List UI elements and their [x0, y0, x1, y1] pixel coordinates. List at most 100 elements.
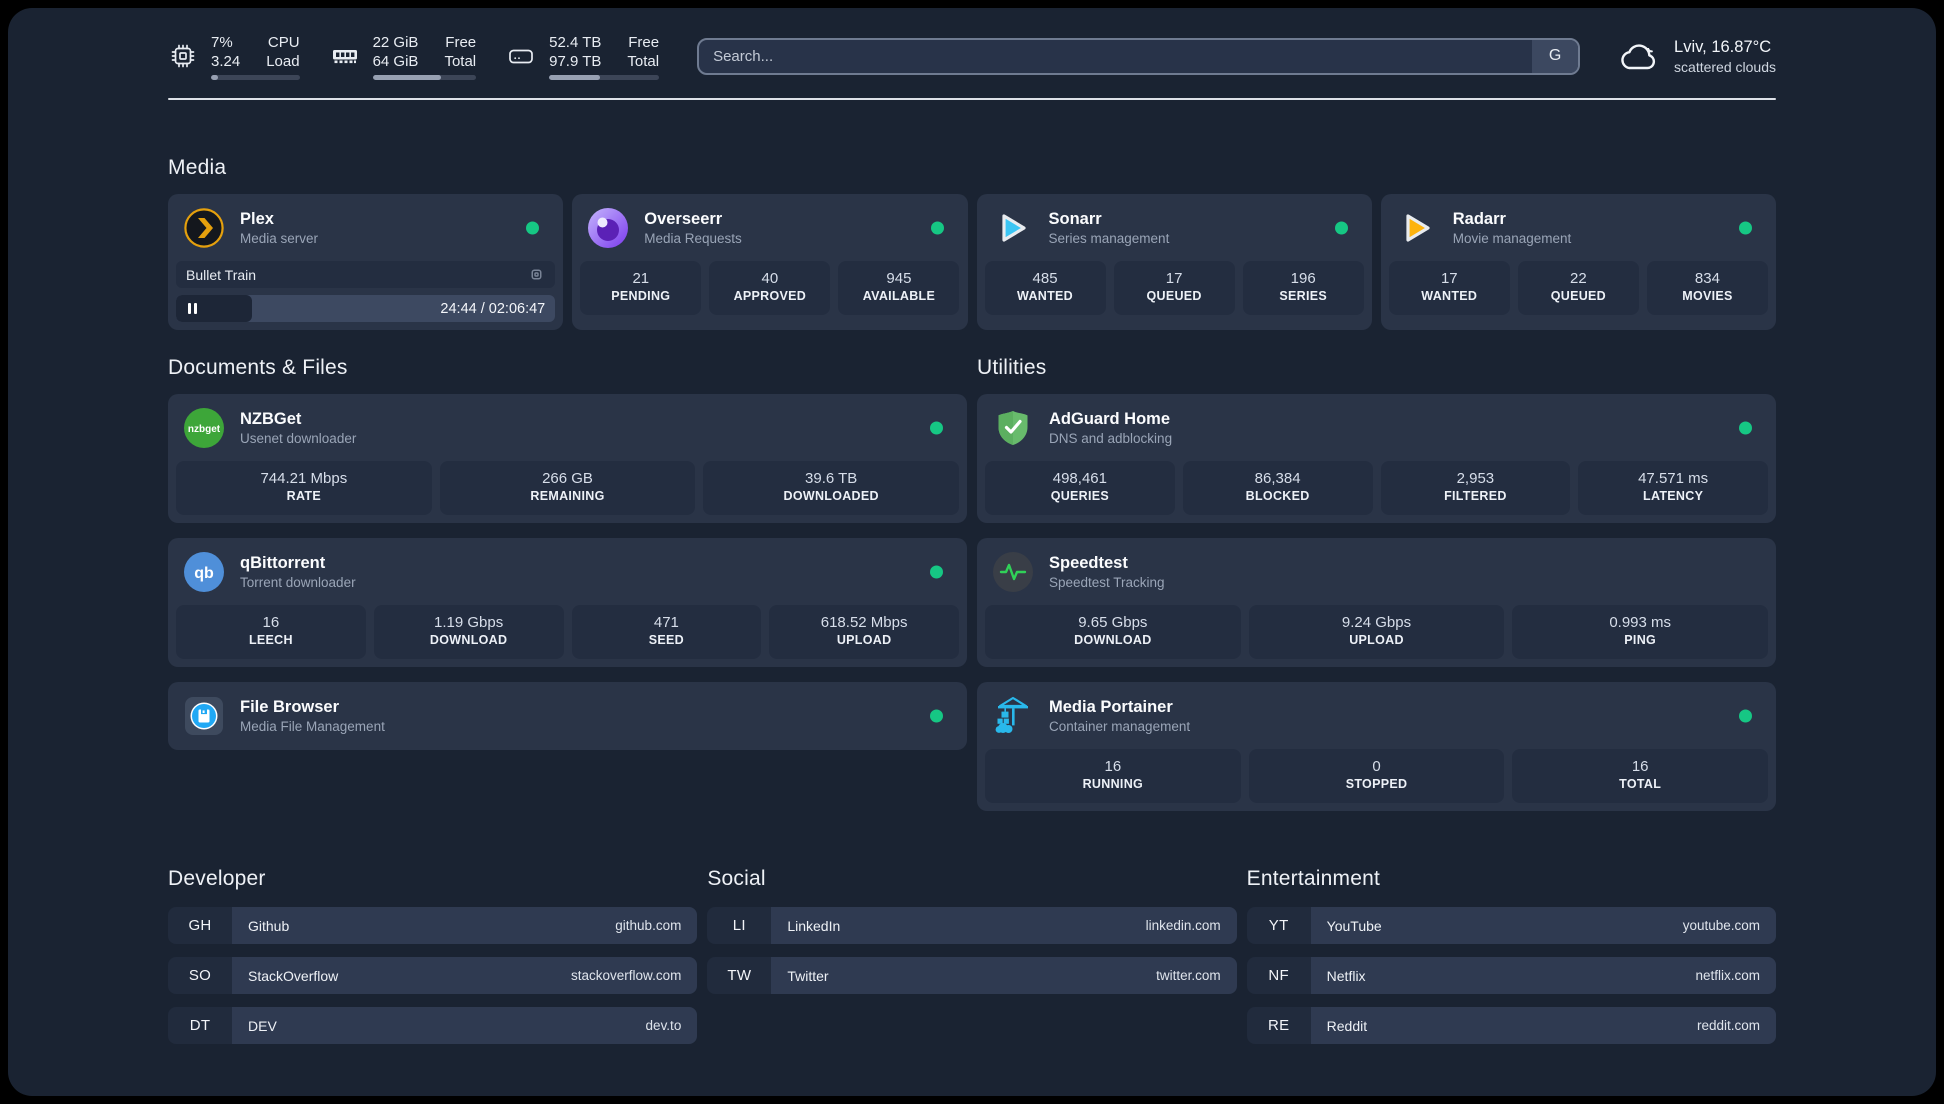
service-card-speedtest[interactable]: Speedtest Speedtest Tracking 9.65 Gbps D… [977, 538, 1776, 667]
service-card-plex[interactable]: Plex Media server Bullet Train 24:44 / 0… [168, 194, 564, 330]
stat-label: RATE [286, 489, 321, 503]
cpu-widget: 7% 3.24 CPU Load [168, 33, 300, 80]
stat-total: 16 TOTAL [1512, 749, 1769, 803]
pause-icon[interactable] [186, 303, 198, 314]
service-card-sonarr[interactable]: Sonarr Series management 485 WANTED 17 Q… [976, 194, 1372, 330]
section-title-media: Media [168, 156, 227, 179]
section-documents: Documents & Files nzbget NZBGet Usenet d… [168, 356, 967, 750]
stat-value: 86,384 [1254, 470, 1301, 487]
search-provider-button[interactable]: G [1532, 39, 1579, 73]
service-card-nzbget[interactable]: nzbget NZBGet Usenet downloader 744.21 M… [168, 394, 967, 523]
stat-ping: 0.993 ms PING [1512, 605, 1769, 659]
weather-widget[interactable]: Lviv, 16.87°C scattered clouds [1618, 37, 1776, 76]
memory-icon [332, 50, 357, 64]
stat-label: FILTERED [1444, 489, 1507, 503]
nzbget-icon: nzbget [184, 408, 224, 448]
stat-value: 834 [1694, 270, 1720, 287]
cloud-icon [1621, 44, 1656, 70]
status-dot [930, 565, 943, 579]
disk-progress-bar [549, 74, 660, 80]
bookmark-github[interactable]: GH Github github.com [168, 907, 698, 944]
bookmark-dev[interactable]: DT DEV dev.to [168, 1007, 698, 1044]
service-description: Media Requests [644, 231, 742, 246]
stat-queued: 22 QUEUED [1517, 261, 1639, 315]
stat-pending: 21 PENDING [580, 261, 702, 315]
bookmark-stackoverflow[interactable]: SO StackOverflow stackoverflow.com [168, 957, 698, 994]
bookmark-youtube[interactable]: YT YouTube youtube.com [1246, 907, 1776, 944]
service-card-overseerr[interactable]: Overseerr Media Requests 21 PENDING 40 A… [572, 194, 968, 330]
stat-value: 9.65 Gbps [1078, 614, 1148, 631]
stat-value: 9.24 Gbps [1341, 614, 1412, 631]
service-description: Torrent downloader [240, 575, 356, 590]
stat-value: 744.21 Mbps [260, 470, 348, 487]
bookmark-name: Reddit [1326, 1017, 1368, 1034]
stat-blocked: 86,384 BLOCKED [1182, 461, 1373, 515]
bookmark-domain: github.com [615, 918, 682, 933]
bookmark-netflix[interactable]: NF Netflix netflix.com [1246, 957, 1776, 994]
service-card-qbittorrent[interactable]: qb qBittorrent Torrent downloader 16 LEE… [168, 538, 967, 667]
bookmark-name: Netflix [1326, 967, 1366, 984]
stat-value: 39.6 TB [805, 470, 858, 487]
service-name: Plex [240, 210, 274, 228]
stat-queued: 17 QUEUED [1113, 261, 1235, 315]
stat-leech: 16 LEECH [176, 605, 366, 659]
stat-value: 16 [1631, 758, 1649, 775]
service-name: Media Portainer [1049, 698, 1173, 716]
search-input[interactable] [699, 39, 1533, 73]
service-card-radarr[interactable]: Radarr Movie management 17 WANTED 22 QUE… [1380, 194, 1776, 330]
now-playing-settings-icon[interactable] [528, 266, 545, 283]
playback-time: 24:44 / 02:06:47 [440, 300, 546, 317]
service-card-filebrowser[interactable]: File Browser Media File Management [168, 682, 967, 750]
service-description: Media File Management [240, 719, 385, 734]
stat-value: 0.993 ms [1609, 614, 1672, 631]
status-dot [930, 221, 944, 235]
bookmark-abbr: DT [168, 1007, 232, 1044]
disk-total-value: 97.9 TB [549, 52, 602, 70]
qbittorrent-icon: qb [184, 552, 224, 592]
disk-free-label: Free [628, 33, 660, 51]
stat-wanted: 485 WANTED [984, 261, 1106, 315]
status-dot [930, 709, 943, 723]
stat-running: 16 RUNNING [985, 749, 1241, 803]
service-name: NZBGet [240, 410, 302, 428]
now-playing-row: Bullet Train [176, 261, 556, 288]
bookmark-reddit[interactable]: RE Reddit reddit.com [1246, 1007, 1776, 1044]
bookmark-linkedin[interactable]: LI LinkedIn linkedin.com [707, 907, 1237, 944]
bookmark-abbr: LI [707, 907, 772, 944]
stat-remaining: 266 GB REMAINING [439, 461, 696, 515]
bookmark-group-entertainment: Entertainment YT YouTube youtube.com NF … [1246, 867, 1776, 1044]
section-title-entertainment: Entertainment [1246, 867, 1380, 890]
playback-progress-bar[interactable]: 24:44 / 02:06:47 [176, 295, 556, 322]
stat-value: 40 [761, 270, 779, 287]
stat-label: LATENCY [1643, 489, 1704, 503]
stat-label: MOVIES [1682, 289, 1733, 303]
status-dot [526, 221, 540, 235]
weather-condition: scattered clouds [1674, 58, 1776, 75]
section-title-utilities: Utilities [977, 356, 1047, 379]
stat-label: QUEUED [1146, 289, 1202, 303]
bookmark-name: Twitter [787, 967, 829, 984]
service-card-adguard[interactable]: AdGuard Home DNS and adblocking 498,461 … [977, 394, 1776, 523]
memory-widget: 22 GiB 64 GiB Free Total [330, 33, 477, 80]
status-dot [930, 421, 943, 435]
status-dot [1334, 221, 1348, 235]
stat-value: 16 [262, 614, 280, 631]
memory-total-value: 64 GiB [372, 52, 419, 70]
service-card-portainer[interactable]: Media Portainer Container management 16 … [977, 682, 1776, 811]
service-description: Movie management [1452, 231, 1572, 246]
bookmark-abbr: GH [168, 907, 232, 944]
stat-download: 9.65 Gbps DOWNLOAD [985, 605, 1241, 659]
stat-upload: 618.52 Mbps UPLOAD [769, 605, 959, 659]
cpu-icon [171, 44, 195, 68]
bookmark-twitter[interactable]: TW Twitter twitter.com [707, 957, 1237, 994]
bookmark-domain: dev.to [645, 1018, 682, 1033]
stat-label: SEED [648, 633, 684, 647]
adguard-icon [998, 411, 1028, 445]
stat-value: 485 [1032, 270, 1058, 287]
stat-download: 1.19 Gbps DOWNLOAD [373, 605, 564, 659]
search-bar[interactable]: G [697, 37, 1581, 75]
stat-upload: 9.24 Gbps UPLOAD [1248, 605, 1505, 659]
bookmark-domain: twitter.com [1156, 968, 1221, 983]
stat-filtered: 2,953 FILTERED [1380, 461, 1571, 515]
bookmark-name: StackOverflow [248, 967, 339, 984]
